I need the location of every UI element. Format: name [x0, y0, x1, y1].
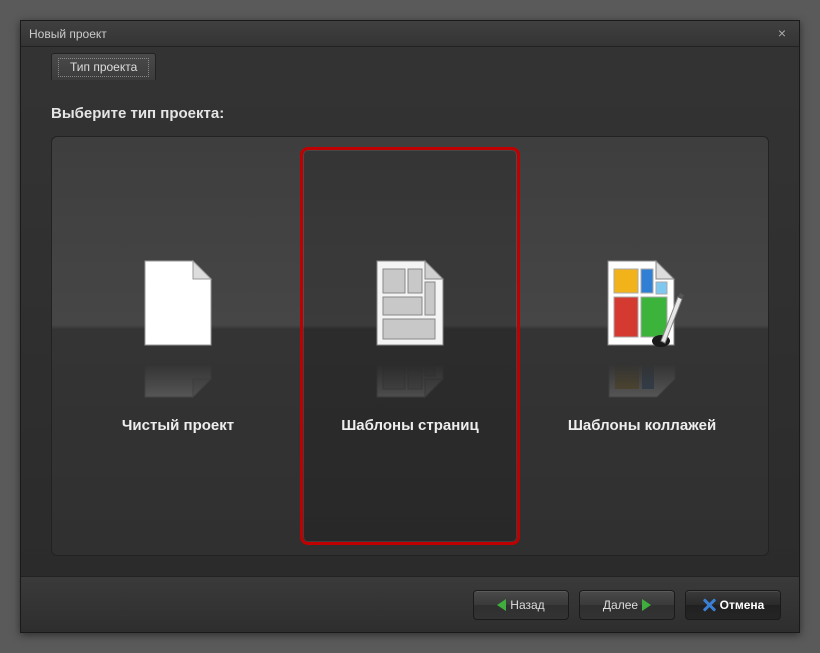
cancel-button[interactable]: Отмена: [685, 590, 781, 620]
option-label: Шаблоны коллажей: [568, 417, 716, 434]
option-blank-project[interactable]: Чистый проект: [68, 147, 288, 545]
tab-project-type[interactable]: Тип проекта: [51, 53, 156, 80]
footer: Назад Далее Отмена: [21, 576, 799, 632]
window-title: Новый проект: [29, 27, 773, 41]
template-page-icon: [375, 249, 445, 399]
prompt-text: Выберите тип проекта:: [51, 105, 769, 122]
option-collage-templates[interactable]: Шаблоны коллажей: [532, 147, 752, 545]
button-label: Далее: [603, 598, 638, 612]
options-panel: Чистый проект: [51, 136, 769, 556]
button-label: Отмена: [720, 598, 765, 612]
arrow-left-icon: [497, 599, 506, 611]
option-page-templates[interactable]: Шаблоны страниц: [300, 147, 520, 545]
new-project-dialog: Новый проект × Тип проекта Выберите тип …: [20, 20, 800, 633]
titlebar: Новый проект ×: [21, 21, 799, 47]
collage-page-icon: [606, 249, 678, 399]
content-area: Выберите тип проекта: Чистый проект: [21, 85, 799, 576]
button-label: Назад: [510, 598, 544, 612]
tab-label: Тип проекта: [70, 60, 137, 74]
tab-bar: Тип проекта: [21, 47, 799, 85]
close-icon[interactable]: ×: [773, 25, 791, 43]
close-x-icon: [702, 598, 716, 612]
next-button[interactable]: Далее: [579, 590, 675, 620]
blank-page-icon: [143, 249, 213, 399]
arrow-right-icon: [642, 599, 651, 611]
option-label: Шаблоны страниц: [341, 417, 479, 434]
option-label: Чистый проект: [122, 417, 234, 434]
back-button[interactable]: Назад: [473, 590, 569, 620]
